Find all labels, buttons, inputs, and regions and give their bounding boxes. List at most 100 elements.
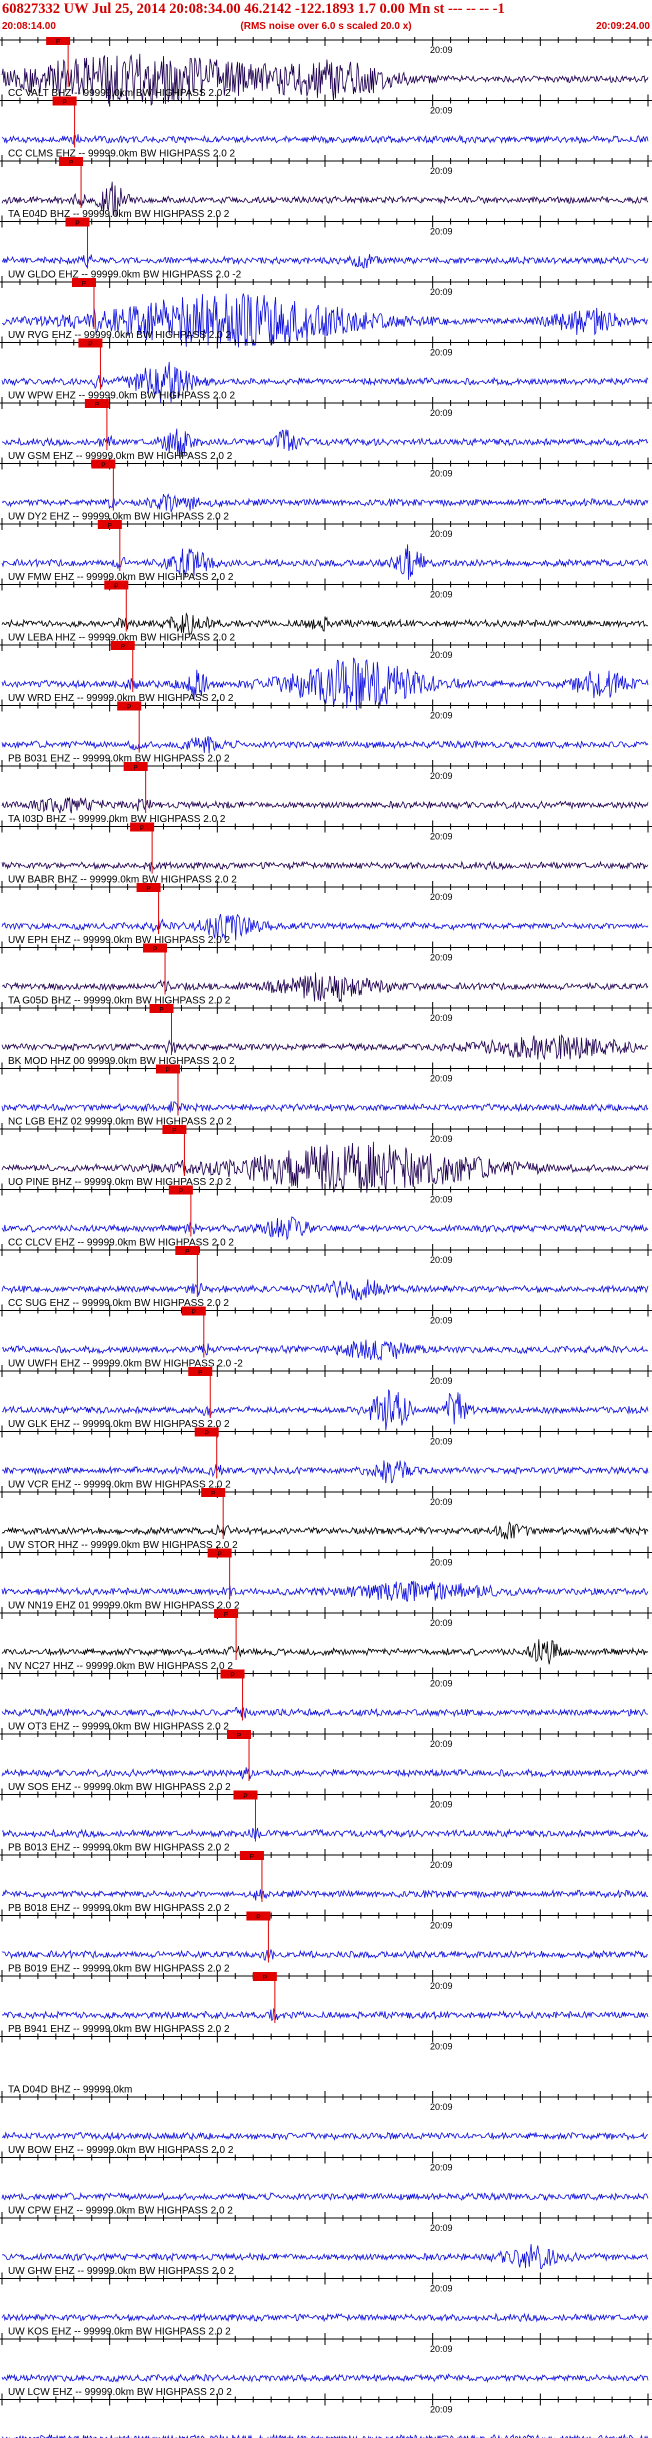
channel-label: UW GSM EHZ -- 99999.0km BW HIGHPASS 2.0 … (8, 451, 233, 462)
pick-label: P (263, 1975, 267, 1982)
pick-label: P (62, 99, 66, 106)
minute-tick-label: 20:09 (430, 408, 453, 418)
waveform-trace (1, 1827, 649, 1840)
minute-tick-label: 20:09 (430, 1195, 453, 1205)
seismogram-panel: 20:09PCC VALT BHZ -- 99999.0km BW HIGHPA… (0, 37, 652, 2438)
pick-label: P (211, 1491, 215, 1498)
channel-label: UW KOS EHZ -- 99999.0km BW HIGHPASS 2.0 … (8, 2327, 231, 2338)
waveform-trace (1, 2373, 649, 2384)
waveform-trace (1, 2312, 649, 2323)
pick-label: P (237, 1733, 241, 1740)
pick-label: P (153, 946, 157, 953)
minute-tick-label: 20:09 (430, 1316, 453, 1326)
waveform-trace (1, 1101, 649, 1113)
waveform-trace (1, 253, 649, 269)
channel-label: PB B018 EHZ -- 99999.0km BW HIGHPASS 2.0… (8, 1903, 230, 1914)
minute-tick-label: 20:09 (430, 1800, 453, 1810)
pick-label: P (121, 644, 125, 651)
pick-label: P (114, 583, 118, 590)
waveform-trace (1, 1949, 649, 1961)
channel-label: CC VALT BHZ -- 99999.0km BW HIGHPASS 2.0… (8, 88, 231, 99)
waveform-trace (1, 735, 649, 754)
minute-tick-label: 20:09 (430, 106, 453, 116)
minute-tick-label: 20:09 (430, 1558, 453, 1568)
waveform-trace (1, 2007, 649, 2022)
minute-tick-label: 20:09 (430, 1679, 453, 1689)
waveform-trace (1, 1216, 649, 1241)
channel-label: UW BOW EHZ -- 99999.0km BW HIGHPASS 2.0 … (8, 2145, 234, 2156)
minute-tick-label: 20:09 (430, 1921, 453, 1931)
channel-label: CC CLCV EHZ -- 99999.0km BW HIGHPASS 2.0… (8, 1238, 234, 1249)
channel-label: PB B013 EHZ -- 99999.0km BW HIGHPASS 2.0… (8, 1843, 230, 1854)
pick-label: P (56, 39, 60, 46)
minute-tick-label: 20:09 (430, 1981, 453, 1991)
waveform-trace (1, 134, 649, 146)
pick-label: P (69, 160, 73, 167)
channel-label: TA I03D BHZ -- 99999.0km BW HIGHPASS 2.0… (8, 814, 226, 825)
channel-label: NV NC27 HHZ -- 99999.0km BW HIGHPASS 2.0… (8, 1661, 233, 1672)
pick-label: P (127, 704, 131, 711)
waveform-trace (1, 2131, 649, 2141)
minute-tick-label: 20:09 (430, 953, 453, 963)
end-time-label: 20:09:24.00 (596, 21, 650, 32)
minute-tick-label: 20:09 (430, 1255, 453, 1265)
pick-label: P (146, 886, 150, 893)
minute-tick-label: 20:09 (430, 45, 453, 55)
minute-tick-label: 20:09 (430, 166, 453, 176)
pick-label: P (75, 220, 79, 227)
minute-tick-label: 20:09 (430, 287, 453, 297)
channel-label: UW STOR HHZ -- 99999.0km BW HIGHPASS 2.0… (8, 1540, 238, 1551)
channel-label: UW EPH EHZ -- 99999.0km BW HIGHPASS 2.0 … (8, 935, 231, 946)
event-title: 60827332 UW Jul 25, 2014 20:08:34.00 46.… (2, 1, 505, 17)
channel-label: UW OT3 EHZ -- 99999.0km BW HIGHPASS 2.0 … (8, 1722, 229, 1733)
pick-label: P (250, 1854, 254, 1861)
minute-tick-label: 20:09 (430, 2344, 453, 2354)
pick-label: P (133, 765, 137, 772)
channel-label: PB B019 EHZ -- 99999.0km BW HIGHPASS 2.0… (8, 1964, 230, 1975)
minute-tick-label: 20:09 (430, 348, 453, 358)
minute-tick-label: 20:09 (430, 1860, 453, 1870)
channel-label: TA D04D BHZ -- 99999.0km (8, 2085, 132, 2096)
minute-tick-label: 20:09 (430, 529, 453, 539)
minute-tick-label: 20:09 (430, 227, 453, 237)
pick-label: P (95, 402, 99, 409)
waveform-trace (1, 1889, 649, 1901)
minute-tick-label: 20:09 (430, 2405, 453, 2415)
waveform-trace (1, 1580, 649, 1602)
channel-label: UW CPW EHZ -- 99999.0km BW HIGHPASS 2.0 … (8, 2206, 233, 2217)
waveform-trace (1, 2244, 649, 2270)
channel-label: BK MOD HHZ 00 99999.0km BW HIGHPASS 2.0 … (8, 1056, 235, 1067)
pick-label: P (140, 825, 144, 832)
pick-label: P (108, 523, 112, 530)
pick-label: P (101, 462, 105, 469)
channel-label: TA E04D BHZ -- 99999.0km BW HIGHPASS 2.0… (8, 209, 230, 220)
minute-tick-label: 20:09 (430, 1013, 453, 1023)
minute-tick-label: 20:09 (430, 1376, 453, 1386)
waveform-trace (1, 2191, 649, 2202)
minute-tick-label: 20:09 (430, 2163, 453, 2173)
pick-label: P (185, 1249, 189, 1256)
waveform-trace (1, 1339, 649, 1361)
channel-label: NC LGB EHZ 02 99999.0km BW HIGHPASS 2.0 … (8, 1117, 232, 1128)
waveform-trace (1, 1706, 649, 1719)
pick-label: P (230, 1672, 234, 1679)
minute-tick-label: 20:09 (430, 1074, 453, 1084)
pick-label: P (217, 1551, 221, 1558)
waveform-trace (1, 1767, 649, 1780)
pick-label: P (256, 1914, 260, 1921)
minute-tick-label: 20:09 (430, 2042, 453, 2052)
channel-label: UW WPW EHZ -- 99999.0km BW HIGHPASS 2.0 … (8, 391, 236, 402)
pick-label: P (166, 1067, 170, 1074)
minute-tick-label: 20:09 (430, 469, 453, 479)
minute-tick-label: 20:09 (430, 2223, 453, 2233)
channel-label: PB B941 EHZ -- 99999.0km BW HIGHPASS 2.0… (8, 2024, 230, 2035)
pick-label: P (172, 1128, 176, 1135)
channel-label: UW VCR EHZ -- 99999.0km BW HIGHPASS 2.0 … (8, 1480, 231, 1491)
pick-label: P (205, 1430, 209, 1437)
waveform-trace (1, 1521, 649, 1540)
pick-label: P (198, 1370, 202, 1377)
record-header: 60827332 UW Jul 25, 2014 20:08:34.00 46.… (0, 0, 652, 37)
channel-label: CC CLMS EHZ -- 99999.0km BW HIGHPASS 2.0… (8, 149, 236, 160)
pick-label: P (192, 1309, 196, 1316)
minute-tick-label: 20:09 (430, 771, 453, 781)
